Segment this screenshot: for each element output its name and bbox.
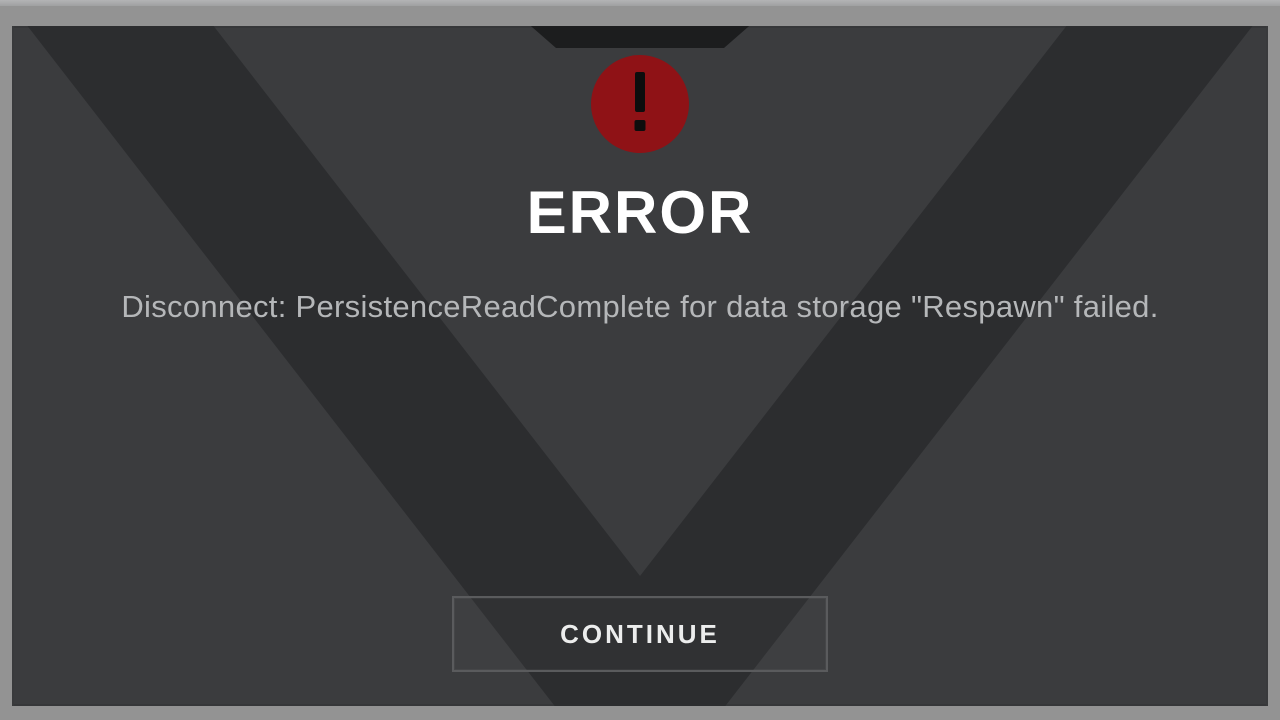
- dialog-content: ERROR Disconnect: PersistenceReadComplet…: [12, 26, 1268, 706]
- frame-top-strip: [0, 0, 1280, 6]
- screen: ERROR Disconnect: PersistenceReadComplet…: [0, 0, 1280, 720]
- error-dialog-panel: ERROR Disconnect: PersistenceReadComplet…: [12, 26, 1268, 706]
- exclamation-icon: [584, 48, 696, 160]
- error-message: Disconnect: PersistenceReadComplete for …: [97, 289, 1182, 325]
- continue-button-label: CONTINUE: [560, 619, 720, 650]
- continue-button[interactable]: CONTINUE: [454, 598, 826, 670]
- error-title: ERROR: [527, 178, 754, 247]
